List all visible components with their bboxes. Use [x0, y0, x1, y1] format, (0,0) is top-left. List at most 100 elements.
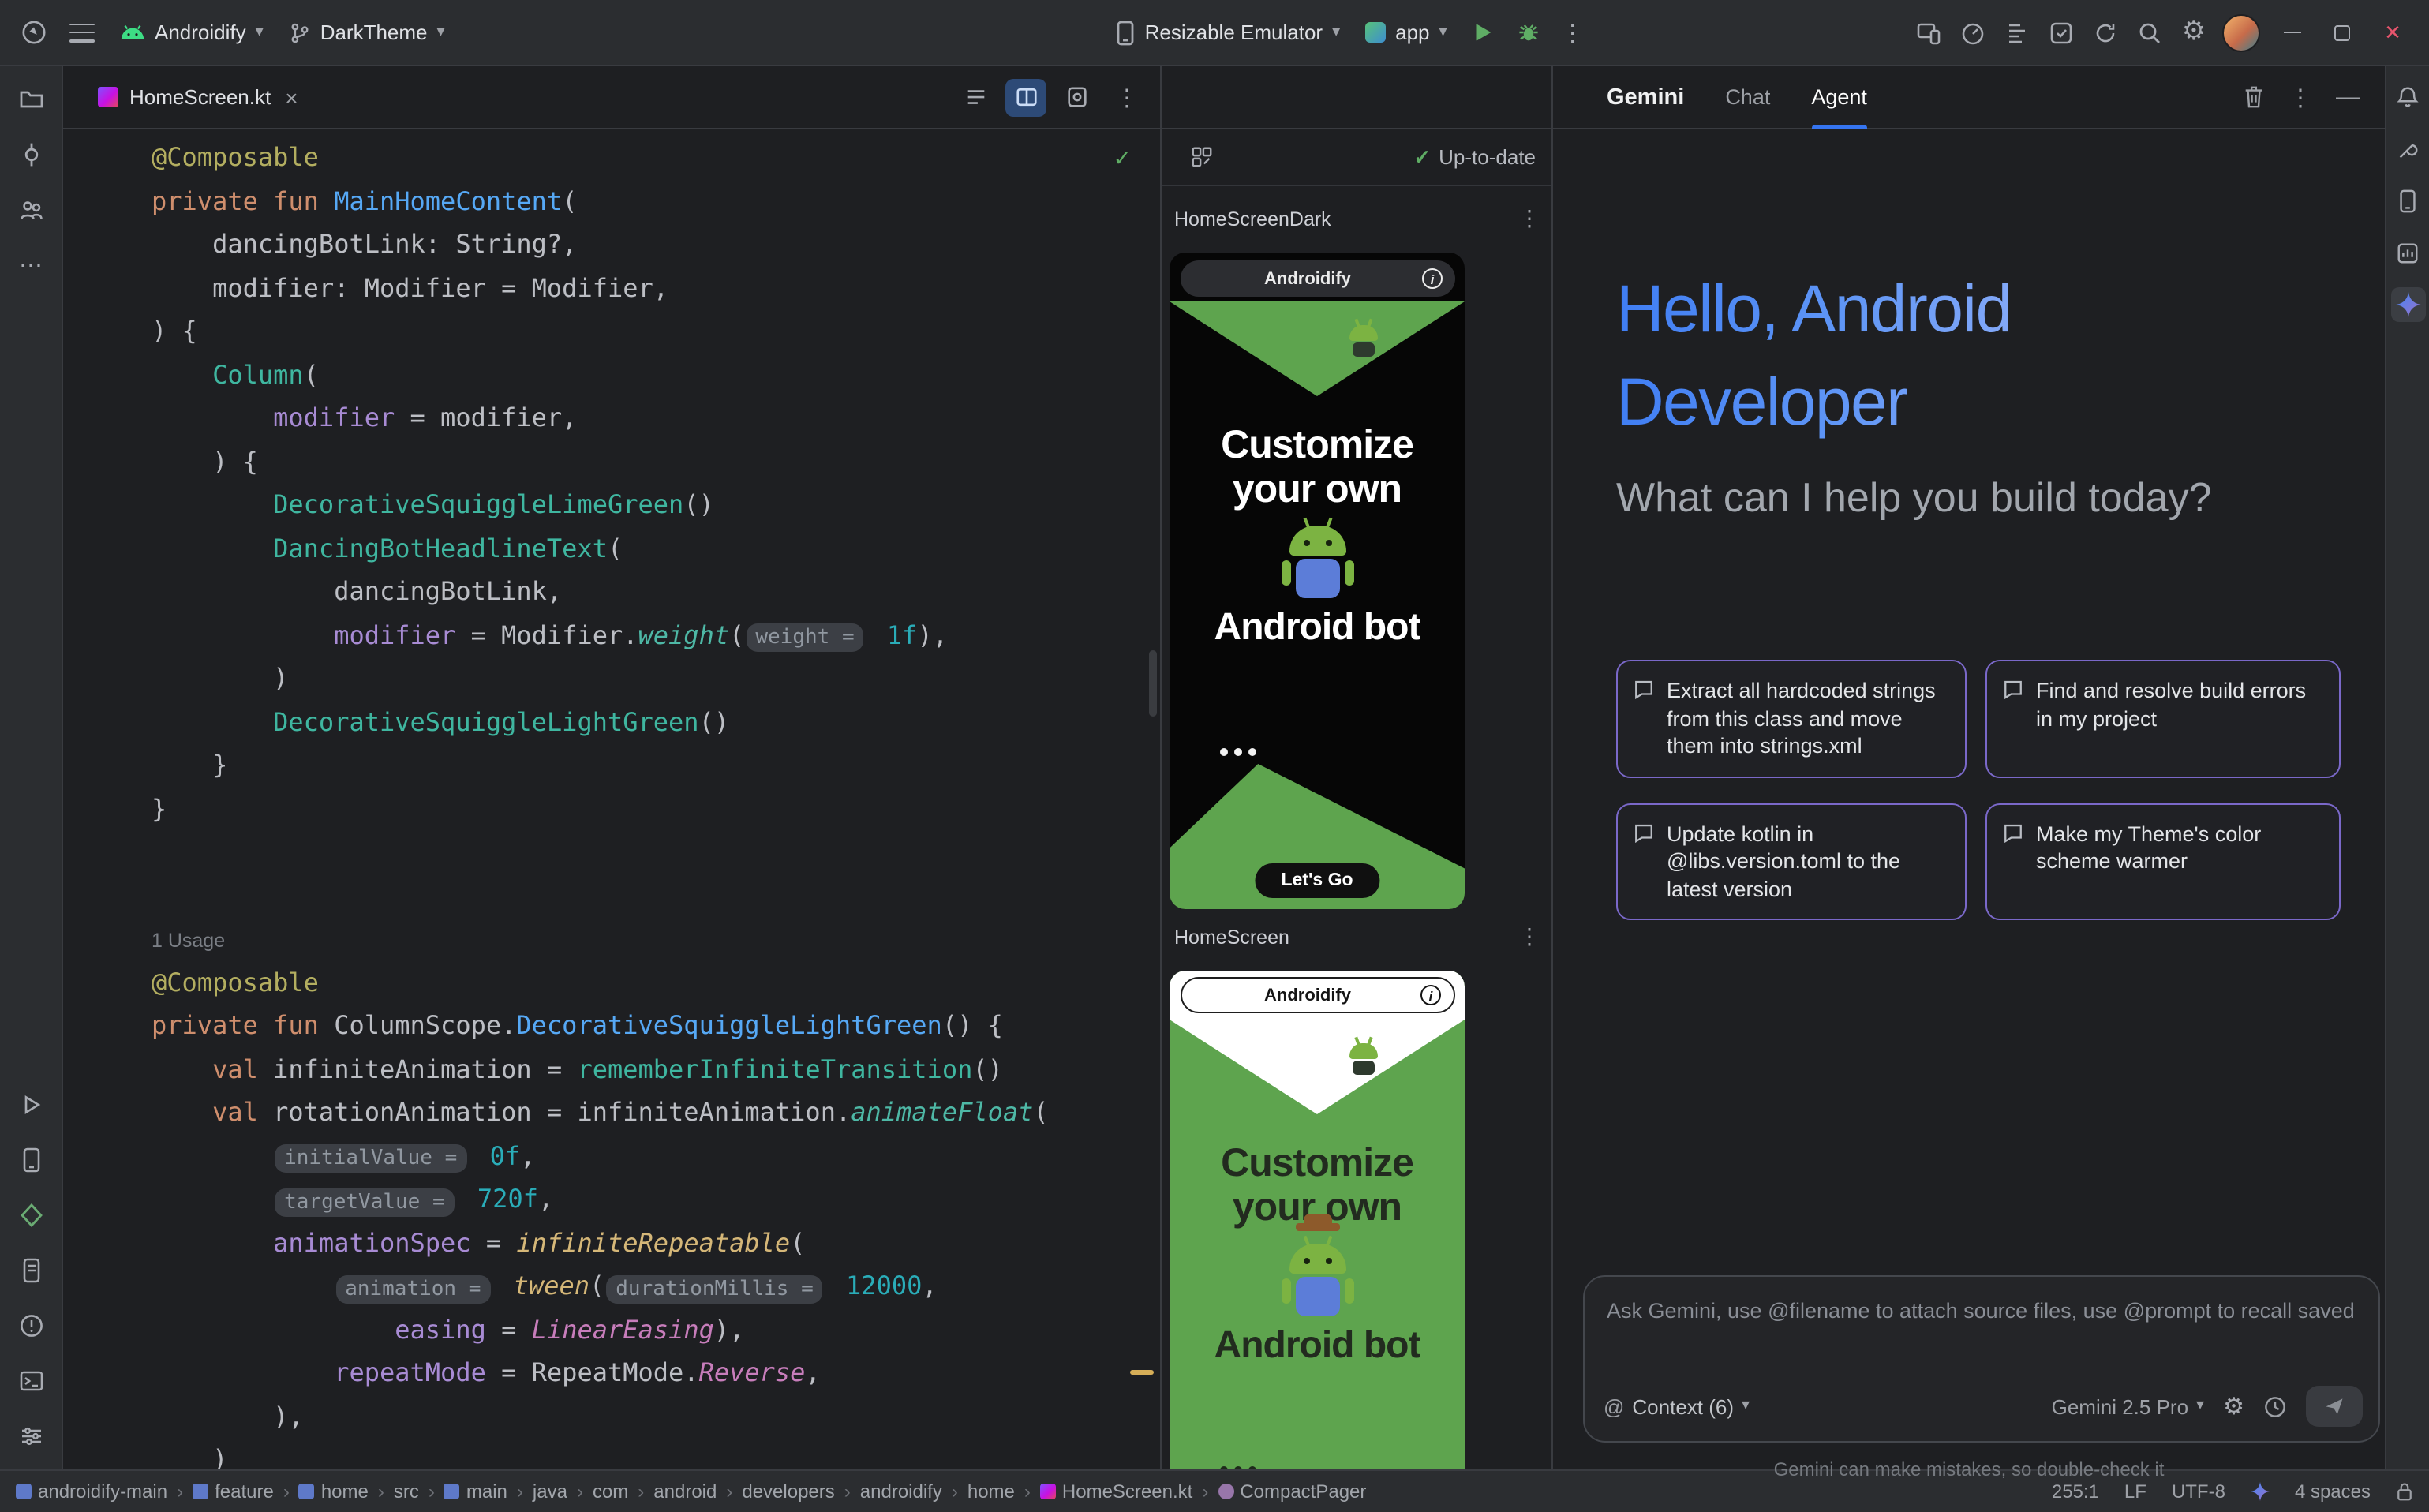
breadcrumb-item[interactable]: main [444, 1480, 507, 1503]
code-line[interactable]: DancingBotHeadlineText( [152, 526, 1049, 570]
editor-scrollbar[interactable] [1149, 650, 1157, 717]
lets-go-button[interactable]: Let's Go [1254, 863, 1379, 898]
more-actions-icon[interactable]: ⋮ [1553, 10, 1593, 54]
run-tool-icon[interactable] [10, 1084, 51, 1125]
breadcrumb-item[interactable]: feature [193, 1480, 274, 1503]
main-menu-icon[interactable] [58, 10, 106, 54]
code-line[interactable]: modifier = Modifier.weight(weight = 1f), [152, 613, 1049, 657]
breadcrumb-item[interactable]: src [394, 1480, 419, 1503]
debug-button[interactable] [1507, 10, 1550, 54]
line-separator[interactable]: LF [2124, 1480, 2146, 1503]
caret-position[interactable]: 255:1 [2052, 1480, 2099, 1503]
gemini-more-icon[interactable]: ⋮ [2289, 83, 2312, 111]
tab-close-icon[interactable]: × [285, 84, 298, 110]
device-mirroring-icon[interactable] [1908, 12, 1949, 53]
readonly-lock-icon[interactable] [2396, 1482, 2413, 1501]
code-line[interactable]: modifier = modifier, [152, 396, 1049, 440]
search-everywhere-icon[interactable] [2129, 12, 2170, 53]
code-editor[interactable]: @Composableprivate fun MainHomeContent( … [63, 129, 1160, 1469]
vcs-branch-selector[interactable]: DarkTheme ▾ [278, 10, 456, 54]
pull-requests-tool-icon[interactable] [10, 189, 51, 230]
preview-menu-icon[interactable]: ⋮ [1518, 205, 1540, 232]
suggestion-card-build-errors[interactable]: Find and resolve build errors in my proj… [1985, 660, 2341, 777]
tab-chat[interactable]: Chat [1725, 65, 1770, 129]
device-manager-tool-icon[interactable] [2390, 183, 2425, 218]
breadcrumb-item[interactable]: home [967, 1480, 1015, 1503]
breadcrumb-item[interactable]: java [533, 1480, 567, 1503]
code-line[interactable]: ) { [152, 309, 1049, 353]
code-line[interactable]: repeatMode = RepeatMode.Reverse, [152, 1351, 1049, 1394]
code-line[interactable]: animation = tween(durationMillis = 12000… [152, 1264, 1049, 1308]
project-tool-icon[interactable] [10, 79, 51, 120]
send-button[interactable] [2306, 1386, 2363, 1427]
ai-troubleshoot-icon[interactable] [2041, 12, 2082, 53]
preview-gallery-icon[interactable] [1184, 140, 1218, 174]
design-view-icon[interactable] [1056, 78, 1097, 116]
editor-tab-homescreen[interactable]: HomeScreen.kt × [88, 65, 308, 129]
project-selector[interactable]: Androidify ▾ [109, 10, 275, 54]
hide-panel-icon[interactable]: — [2336, 84, 2360, 110]
preview-menu-icon[interactable]: ⋮ [1518, 923, 1540, 950]
code-line[interactable]: easing = LinearEasing), [152, 1308, 1049, 1351]
window-minimize-button[interactable] [2268, 10, 2315, 54]
code-line[interactable]: private fun MainHomeContent( [152, 179, 1049, 223]
run-configuration-selector[interactable]: app ▾ [1354, 10, 1458, 54]
code-line[interactable]: @Composable [152, 960, 1049, 1004]
preview-phone-light[interactable]: Androidify i Customize your own [1170, 971, 1465, 1469]
context-chip[interactable]: @ Context (6) ▾ [1604, 1394, 1750, 1418]
code-line[interactable] [152, 874, 1049, 917]
code-line[interactable]: 1 Usage [152, 917, 1049, 960]
breadcrumb-item[interactable]: developers [742, 1480, 834, 1503]
indent-setting[interactable]: 4 spaces [2295, 1480, 2371, 1503]
breadcrumb-item[interactable]: CompactPager [1218, 1480, 1366, 1503]
build-tool-icon[interactable] [10, 1195, 51, 1236]
version-control-tool-icon[interactable] [10, 1416, 51, 1457]
user-avatar[interactable] [2218, 12, 2265, 53]
problems-tool-icon[interactable] [10, 1305, 51, 1346]
app-inspection-icon[interactable] [1997, 12, 2038, 53]
code-line[interactable]: ) [152, 657, 1049, 700]
code-line[interactable]: targetValue = 720f, [152, 1177, 1049, 1221]
sync-gradle-icon[interactable] [2085, 12, 2126, 53]
code-line[interactable]: val infiniteAnimation = rememberInfinite… [152, 1047, 1049, 1091]
code-line[interactable]: DecorativeSquiggleLightGreen() [152, 700, 1049, 743]
code-line[interactable]: animationSpec = infiniteRepeatable( [152, 1221, 1049, 1264]
window-maximize-button[interactable] [2319, 10, 2366, 54]
gemini-settings-icon[interactable]: ⚙ [2223, 1394, 2244, 1418]
tab-agent[interactable]: Agent [1811, 65, 1867, 129]
inspections-ok-icon[interactable]: ✓ [1113, 145, 1132, 172]
preview-phone-dark[interactable]: Androidify i Customize your own Android … [1170, 253, 1465, 909]
gemini-prompt-input[interactable] [1607, 1293, 2356, 1327]
code-line[interactable]: Column( [152, 353, 1049, 396]
code-line[interactable]: ) { [152, 440, 1049, 483]
app-logo-icon[interactable] [13, 10, 55, 54]
model-selector[interactable]: Gemini 2.5 Pro ▾ [2052, 1394, 2204, 1418]
code-line[interactable]: } [152, 787, 1049, 830]
code-view-icon[interactable] [955, 78, 996, 116]
code-line[interactable]: private fun ColumnScope.DecorativeSquigg… [152, 1004, 1049, 1047]
code-line[interactable]: dancingBotLink: String?, [152, 223, 1049, 266]
ai-status-icon[interactable] [2251, 1482, 2270, 1501]
breadcrumb-item[interactable]: androidify-main [16, 1480, 167, 1503]
code-line[interactable]: modifier: Modifier = Modifier, [152, 266, 1049, 309]
code-line[interactable]: initialValue = 0f, [152, 1134, 1049, 1177]
breadcrumb-item[interactable]: com [593, 1480, 628, 1503]
running-devices-tool-icon[interactable] [10, 1140, 51, 1181]
code-line[interactable]: @Composable [152, 136, 1049, 179]
code-line[interactable]: ), [152, 1394, 1049, 1438]
suggestion-card-theme[interactable]: Make my Theme's color scheme warmer [1985, 803, 2341, 920]
gemini-tool-icon[interactable] [2390, 287, 2425, 322]
editor-more-icon[interactable]: ⋮ [1106, 78, 1147, 116]
code-line[interactable]: dancingBotLink, [152, 570, 1049, 613]
run-button[interactable] [1462, 10, 1504, 54]
gradle-tool-icon[interactable] [2390, 131, 2425, 166]
commit-tool-icon[interactable] [10, 134, 51, 175]
history-icon[interactable] [2263, 1394, 2287, 1418]
device-selector[interactable]: Resizable Emulator ▾ [1106, 10, 1352, 54]
app-insights-tool-icon[interactable] [2390, 235, 2425, 270]
delete-conversation-icon[interactable] [2243, 85, 2265, 109]
code-line[interactable] [152, 830, 1049, 874]
breadcrumb-item[interactable]: HomeScreen.kt [1040, 1480, 1192, 1503]
profiler-icon[interactable] [1952, 12, 1993, 53]
settings-gear-icon[interactable]: ⚙ [2173, 12, 2214, 53]
